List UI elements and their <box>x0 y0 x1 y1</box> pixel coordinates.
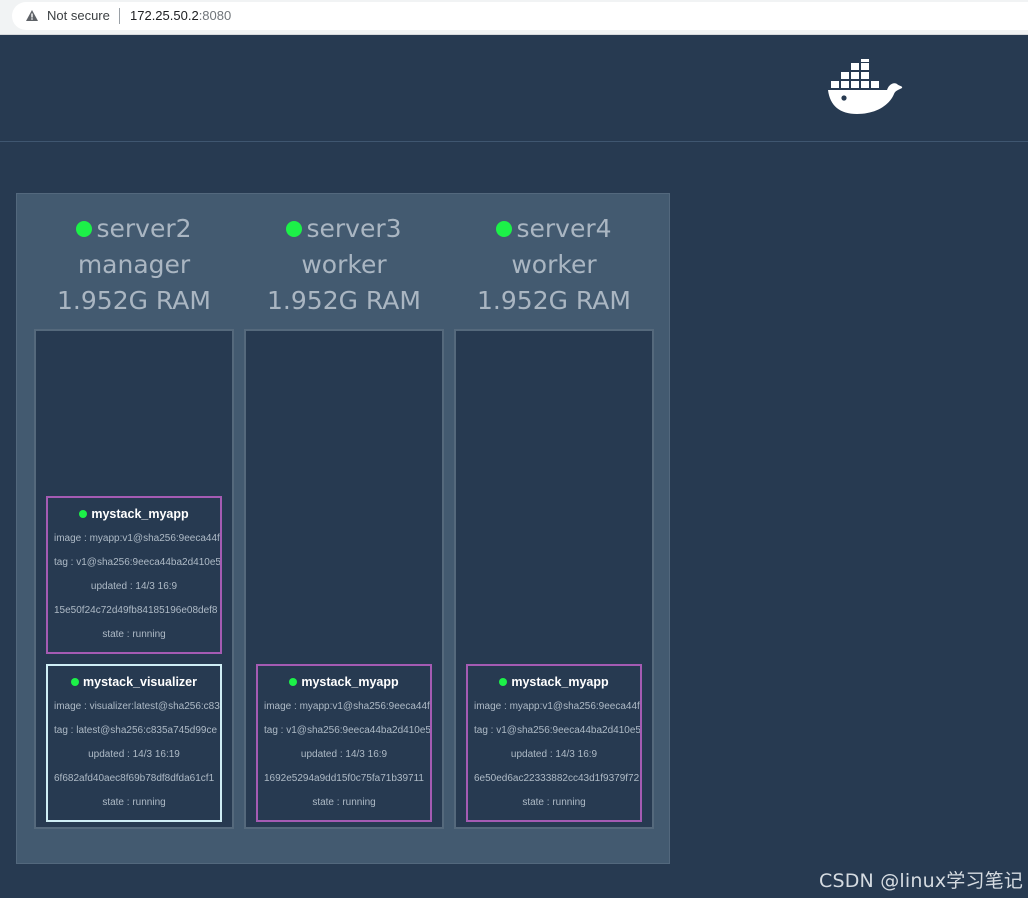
task-status-dot <box>71 678 80 686</box>
task-name: mystack_myapp <box>511 675 609 689</box>
task-image: image : myapp:v1@sha256:9eeca44f <box>264 701 430 712</box>
app-header <box>0 35 1028 142</box>
node-name: server3 <box>306 214 402 243</box>
task-updated: updated : 14/3 16:9 <box>90 581 178 592</box>
node-ram: 1.952G RAM <box>477 286 631 315</box>
node-header: server4 worker 1.952G RAM <box>454 211 654 319</box>
node-role: worker <box>511 250 597 279</box>
task-state: state : running <box>312 797 376 808</box>
task-tag: tag : v1@sha256:9eeca44ba2d410e5 <box>474 725 640 736</box>
task-title: mystack_myapp <box>258 666 430 700</box>
warning-icon[interactable] <box>26 10 38 21</box>
task-status-dot <box>499 678 508 686</box>
docker-whale-icon <box>828 59 903 114</box>
node-status-dot <box>286 221 303 237</box>
node-task-area: mystack_myapp image : myapp:v1@sha256:9e… <box>244 329 444 829</box>
node-server2: server2 manager 1.952G RAM mystack_myapp… <box>34 194 234 834</box>
node-server4: server4 worker 1.952G RAM mystack_myapp … <box>454 194 654 834</box>
omnibox-divider <box>119 8 120 24</box>
watermark-text: CSDN @linux学习笔记 <box>819 870 1024 892</box>
task-state: state : running <box>102 629 166 640</box>
node-name: server2 <box>96 214 192 243</box>
node-ram: 1.952G RAM <box>57 286 211 315</box>
node-status-dot <box>496 221 513 237</box>
task-card[interactable]: mystack_myapp image : myapp:v1@sha256:9e… <box>466 664 642 822</box>
node-server3: server3 worker 1.952G RAM mystack_myapp … <box>244 194 444 834</box>
task-card[interactable]: mystack_visualizer image : visualizer:la… <box>46 664 222 822</box>
task-id: 15e50f24c72d49fb84185196e08def8 <box>54 605 218 616</box>
task-status-dot <box>79 510 88 518</box>
task-title: mystack_myapp <box>48 498 220 532</box>
task-title: mystack_visualizer <box>48 666 220 700</box>
omnibox[interactable]: Not secure 172.25.50.2:8080 <box>12 2 1028 30</box>
task-image: image : visualizer:latest@sha256:c83 <box>54 701 220 712</box>
url-text[interactable]: 172.25.50.2:8080 <box>130 8 231 24</box>
task-card[interactable]: mystack_myapp image : myapp:v1@sha256:9e… <box>256 664 432 822</box>
node-ram: 1.952G RAM <box>267 286 421 315</box>
task-state: state : running <box>522 797 586 808</box>
task-name: mystack_visualizer <box>83 675 197 689</box>
swarm-cluster: server2 manager 1.952G RAM mystack_myapp… <box>16 193 670 864</box>
task-tag: tag : v1@sha256:9eeca44ba2d410e5 <box>54 557 220 568</box>
node-task-area: mystack_myapp image : myapp:v1@sha256:9e… <box>454 329 654 829</box>
task-tag: tag : v1@sha256:9eeca44ba2d410e5 <box>264 725 430 736</box>
task-status-dot <box>289 678 298 686</box>
url-port: :8080 <box>198 8 232 23</box>
url-host: 172.25.50.2 <box>130 8 199 23</box>
task-name: mystack_myapp <box>301 675 399 689</box>
task-id: 1692e5294a9dd15f0c75fa71b39711 <box>264 773 424 784</box>
node-status-dot <box>76 221 93 237</box>
task-state: state : running <box>102 797 166 808</box>
node-role: worker <box>301 250 387 279</box>
task-name: mystack_myapp <box>91 507 189 521</box>
security-label[interactable]: Not secure <box>47 8 110 24</box>
task-id: 6f682afd40aec8f69b78df8dfda61cf1 <box>54 773 215 784</box>
task-image: image : myapp:v1@sha256:9eeca44f <box>474 701 640 712</box>
node-task-area: mystack_myapp image : myapp:v1@sha256:9e… <box>34 329 234 829</box>
node-header: server2 manager 1.952G RAM <box>34 211 234 319</box>
node-name: server4 <box>516 214 612 243</box>
node-header: server3 worker 1.952G RAM <box>244 211 444 319</box>
node-role: manager <box>77 250 191 279</box>
task-title: mystack_myapp <box>468 666 640 700</box>
task-card[interactable]: mystack_myapp image : myapp:v1@sha256:9e… <box>46 496 222 654</box>
browser-address-bar: Not secure 172.25.50.2:8080 <box>0 0 1028 35</box>
task-id: 6e50ed6ac22333882cc43d1f9379f72 <box>474 773 640 784</box>
task-image: image : myapp:v1@sha256:9eeca44f <box>54 533 220 544</box>
task-updated: updated : 14/3 16:19 <box>88 749 180 760</box>
task-tag: tag : latest@sha256:c835a745d99ce <box>54 725 218 736</box>
task-updated: updated : 14/3 16:9 <box>300 749 388 760</box>
task-updated: updated : 14/3 16:9 <box>510 749 598 760</box>
